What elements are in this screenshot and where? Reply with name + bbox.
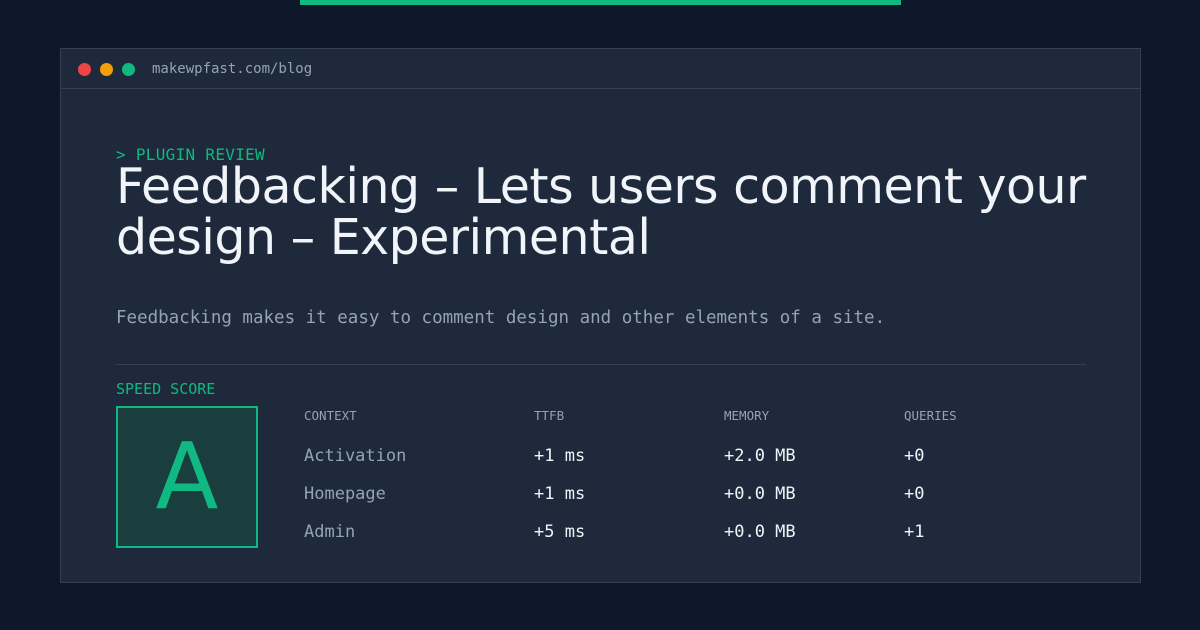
metric-queries: +0 [904, 484, 925, 504]
section-divider [116, 364, 1086, 365]
post-title: Feedbacking – Lets users comment your de… [116, 158, 1086, 266]
metric-ttfb: +1 ms [534, 446, 586, 466]
metric-queries: +0 [904, 446, 925, 466]
browser-window: makewpfast.com/blog > PLUGIN REVIEW Feed… [60, 48, 1141, 583]
top-accent-bar [300, 0, 901, 5]
table-row: Activation +1 ms +2.0 MB +0 [304, 436, 1004, 474]
address-url[interactable]: makewpfast.com/blog [152, 59, 312, 79]
minimize-dot-icon[interactable] [100, 63, 113, 76]
metric-ttfb: +1 ms [534, 484, 586, 504]
metric-memory: +0.0 MB [724, 484, 796, 504]
metrics-header-row: CONTEXT TTFB MEMORY QUERIES [304, 406, 1004, 436]
table-row: Homepage +1 ms +0.0 MB +0 [304, 474, 1004, 512]
table-row: Admin +5 ms +0.0 MB +1 [304, 512, 1004, 550]
speed-grade-badge: A [116, 406, 258, 548]
metric-context: Activation [304, 446, 407, 466]
metric-queries: +1 [904, 522, 925, 542]
maximize-dot-icon[interactable] [122, 63, 135, 76]
close-dot-icon[interactable] [78, 63, 91, 76]
metric-memory: +0.0 MB [724, 522, 796, 542]
window-titlebar: makewpfast.com/blog [61, 49, 1140, 89]
speed-score-label: SPEED SCORE [116, 380, 216, 398]
speed-grade: A [155, 423, 219, 530]
metrics-header-queries: QUERIES [904, 408, 957, 423]
metrics-header-context: CONTEXT [304, 408, 357, 423]
metrics-header-memory: MEMORY [724, 408, 770, 423]
metric-ttfb: +5 ms [534, 522, 586, 542]
metrics-header-ttfb: TTFB [534, 408, 565, 423]
metric-context: Homepage [304, 484, 386, 504]
post-description: Feedbacking makes it easy to comment des… [116, 308, 886, 328]
metric-context: Admin [304, 522, 356, 542]
metrics-table: CONTEXT TTFB MEMORY QUERIES Activation +… [304, 406, 1004, 550]
metric-memory: +2.0 MB [724, 446, 796, 466]
